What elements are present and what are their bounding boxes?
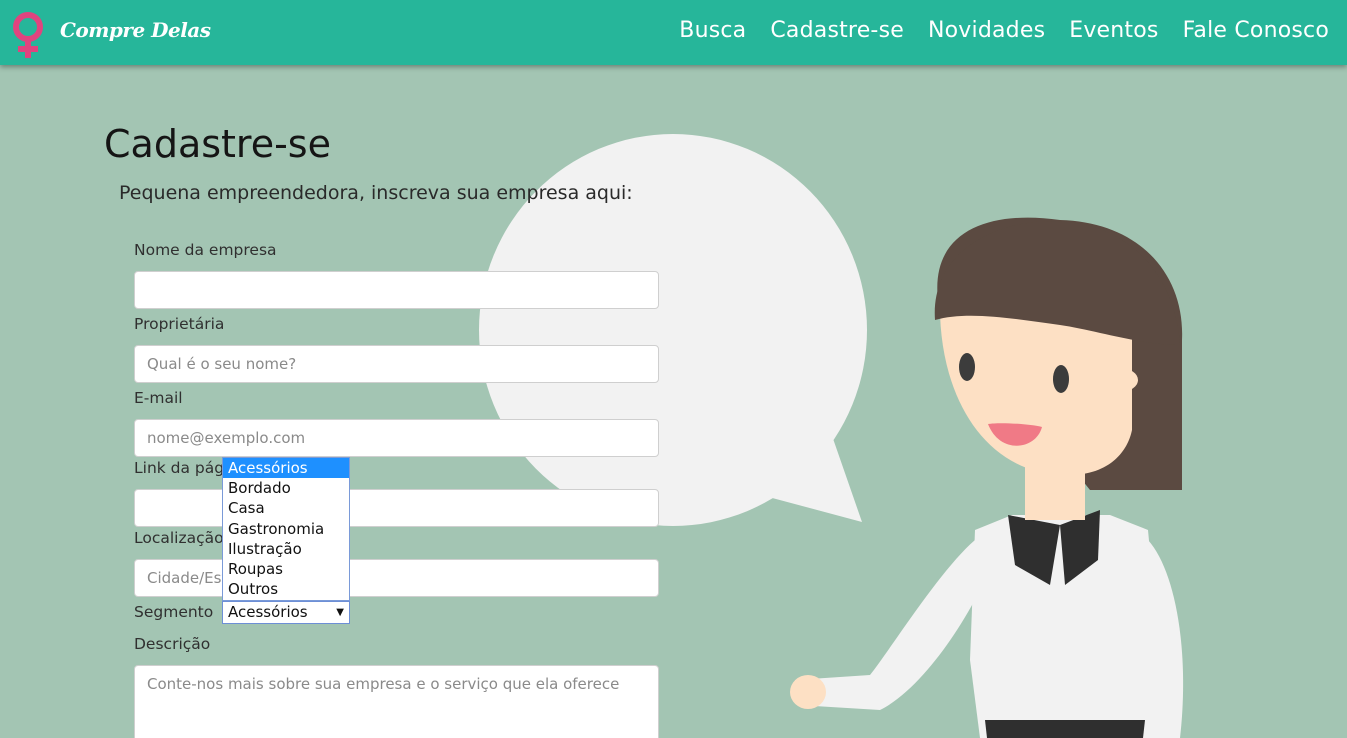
description-label: Descrição — [134, 635, 211, 653]
email-label: E-mail — [134, 389, 183, 407]
company-name-label: Nome da empresa — [134, 241, 277, 259]
form-subtitle: Pequena empreendedora, inscreva sua empr… — [119, 182, 633, 204]
segment-option-roupas[interactable]: Roupas — [223, 559, 349, 579]
nav-link-cadastre-se[interactable]: Cadastre-se — [770, 18, 904, 43]
segment-selected-value: Acessórios — [228, 603, 308, 621]
main-nav: Busca Cadastre-se Novidades Eventos Fale… — [655, 18, 1329, 43]
segment-option-ilustracao[interactable]: Ilustração — [223, 539, 349, 559]
page-title: Cadastre-se — [104, 122, 331, 166]
segment-option-casa[interactable]: Casa — [223, 498, 349, 518]
segment-select[interactable]: Acessórios ▼ — [222, 601, 350, 624]
caret-down-icon[interactable]: ▼ — [336, 602, 344, 623]
owner-label: Proprietária — [134, 315, 225, 333]
nav-link-eventos[interactable]: Eventos — [1069, 18, 1158, 43]
location-input[interactable] — [134, 559, 659, 597]
nav-link-busca[interactable]: Busca — [679, 18, 746, 43]
segment-option-acessorios[interactable]: Acessórios — [223, 458, 349, 479]
nav-link-fale-conosco[interactable]: Fale Conosco — [1183, 18, 1329, 43]
navbar: Compre Delas Busca Cadastre-se Novidades… — [0, 0, 1347, 65]
segment-label: Segmento — [134, 603, 214, 621]
description-textarea[interactable] — [134, 665, 659, 738]
segment-dropdown: Acessórios Bordado Casa Gastronomia Ilus… — [222, 457, 350, 601]
segment-option-outros[interactable]: Outros — [223, 579, 349, 599]
owner-input[interactable] — [134, 345, 659, 383]
nav-link-novidades[interactable]: Novidades — [928, 18, 1045, 43]
email-input[interactable] — [134, 419, 659, 457]
facebook-link-input[interactable] — [134, 489, 659, 527]
location-label: Localização — [134, 529, 224, 547]
female-symbol-icon[interactable] — [8, 11, 48, 59]
segment-option-bordado[interactable]: Bordado — [223, 478, 349, 498]
company-name-input[interactable] — [134, 271, 659, 309]
brand-name[interactable]: Compre Delas — [60, 18, 211, 42]
segment-option-gastronomia[interactable]: Gastronomia — [223, 519, 349, 539]
